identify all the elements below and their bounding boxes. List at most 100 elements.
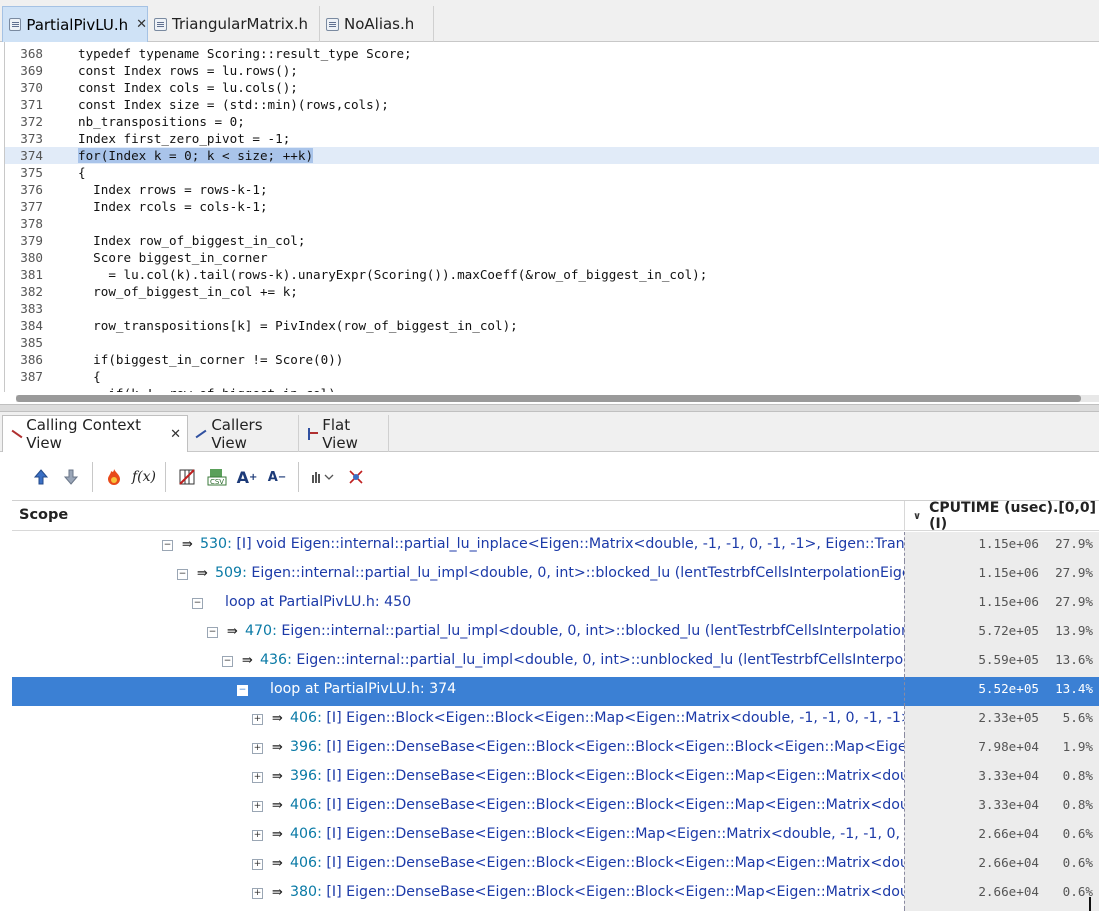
pane-splitter[interactable] (0, 404, 1099, 412)
code-line[interactable]: 380 Score biggest_in_corner (5, 249, 1099, 266)
table-row[interactable]: − loop at PartialPivLU.h: 450 1.15e+06 27.9… (12, 590, 1099, 619)
table-row[interactable]: − ⇛ 509: Eigen::internal::partial_lu_impl<… (12, 561, 1099, 590)
table-row[interactable]: − ⇛ 436: Eigen::internal::partial_lu_impl<… (12, 648, 1099, 677)
code-line[interactable]: 379 Index row_of_biggest_in_col; (5, 232, 1099, 249)
code-line[interactable]: 384 row_transpositions[k] = PivIndex(row… (5, 317, 1099, 334)
procedure-label[interactable]: 436: Eigen::internal::partial_lu_impl<do… (260, 652, 904, 668)
editor-tab-noalias[interactable]: NoAlias.h (320, 6, 434, 42)
callsite-icon[interactable]: ⇛ (272, 770, 286, 784)
table-row[interactable]: + ⇛ 406: [I] Eigen::DenseBase<Eigen::Block… (12, 822, 1099, 851)
callsite-icon[interactable]: ⇛ (197, 567, 211, 581)
collapse-icon[interactable]: − (222, 656, 233, 667)
call-line-number[interactable]: 406: (290, 855, 322, 871)
zoom-in-icon[interactable] (26, 462, 56, 492)
procedure-label[interactable]: 380: [I] Eigen::DenseBase<Eigen::Block<E… (290, 884, 904, 900)
code-line[interactable]: 371 const Index size = (std::min)(rows,co… (5, 96, 1099, 113)
tab-flat-view[interactable]: Flat View (299, 415, 389, 452)
code-line[interactable]: 369 const Index rows = lu.rows(); (5, 62, 1099, 79)
callsite-icon[interactable]: ⇛ (182, 538, 196, 552)
code-line[interactable]: 387 { (5, 368, 1099, 385)
expand-icon[interactable]: + (252, 830, 263, 841)
call-line-number[interactable]: 530: (200, 536, 232, 552)
table-row[interactable]: − ⇛ 470: Eigen::internal::partial_lu_impl<… (12, 619, 1099, 648)
procedure-label[interactable]: 396: [I] Eigen::DenseBase<Eigen::Block<E… (290, 739, 904, 755)
derived-metric-icon[interactable]: f(x) (129, 462, 159, 492)
code-line[interactable]: 385 (5, 334, 1099, 351)
zoom-out-icon[interactable] (56, 462, 86, 492)
table-row[interactable]: + ⇛ 380: [I] Eigen::DenseBase<Eigen::Block… (12, 880, 1099, 909)
calling-context-tree[interactable]: Scope ∨ CPUTIME (usec).[0,0] (I) − ⇛ 530: … (12, 500, 1099, 911)
expand-icon[interactable]: + (252, 714, 263, 725)
callsite-icon[interactable]: ⇛ (272, 828, 286, 842)
code-line[interactable]: 383 (5, 300, 1099, 317)
expand-icon[interactable]: + (252, 888, 263, 899)
procedure-label[interactable]: 406: [I] Eigen::DenseBase<Eigen::Block<E… (290, 855, 904, 871)
font-increase-icon[interactable]: A + (232, 462, 262, 492)
procedure-label[interactable]: 530: [I] void Eigen::internal::partial_l… (200, 536, 904, 552)
call-line-number[interactable]: 406: (290, 710, 322, 726)
call-line-number[interactable]: 380: (290, 884, 322, 900)
collapse-icon[interactable]: − (207, 627, 218, 638)
procedure-label[interactable]: 470: Eigen::internal::partial_lu_impl<do… (245, 623, 904, 639)
code-line[interactable]: if(k != row_of_biggest_in_col) (5, 385, 1099, 392)
filter-icon[interactable] (341, 462, 371, 492)
expand-icon[interactable]: + (252, 859, 263, 870)
close-icon[interactable]: ✕ (136, 17, 147, 32)
callsite-icon[interactable]: ⇛ (242, 654, 256, 668)
code-line[interactable]: 374 for(Index k = 0; k < size; ++k) (5, 147, 1099, 164)
callsite-icon[interactable]: ⇛ (272, 857, 286, 871)
expand-icon[interactable]: + (252, 743, 263, 754)
table-row[interactable]: + ⇛ 396: [I] Eigen::DenseBase<Eigen::Block… (12, 735, 1099, 764)
expand-icon[interactable]: + (252, 772, 263, 783)
loop-label[interactable]: loop at PartialPivLU.h: 374 (270, 681, 456, 697)
code-line[interactable]: 370 const Index cols = lu.cols(); (5, 79, 1099, 96)
code-line[interactable]: 373 Index first_zero_pivot = -1; (5, 130, 1099, 147)
call-line-number[interactable]: 406: (290, 797, 322, 813)
procedure-label[interactable]: 406: [I] Eigen::Block<Eigen::Block<Eigen… (290, 710, 904, 726)
collapse-icon[interactable]: − (237, 685, 248, 696)
table-row[interactable]: − ⇛ 530: [I] void Eigen::internal::partial… (12, 532, 1099, 561)
graph-menu-icon[interactable] (305, 462, 341, 492)
editor-tab-partialpivlu[interactable]: PartialPivLU.h ✕ (2, 6, 148, 42)
table-row[interactable]: + ⇛ 406: [I] Eigen::Block<Eigen::Block<Eig… (12, 706, 1099, 735)
expand-icon[interactable]: + (252, 801, 263, 812)
tab-callers-view[interactable]: Callers View (188, 415, 299, 452)
table-row[interactable]: + ⇛ 406: [I] Eigen::DenseBase<Eigen::Block… (12, 793, 1099, 822)
call-line-number[interactable]: 470: (245, 623, 277, 639)
callsite-icon[interactable]: ⇛ (272, 886, 286, 900)
callsite-icon[interactable]: ⇛ (272, 799, 286, 813)
procedure-label[interactable]: 396: [I] Eigen::DenseBase<Eigen::Block<E… (290, 768, 904, 784)
export-csv-icon[interactable]: CSV (202, 462, 232, 492)
code-line[interactable]: 376 Index rrows = rows-k-1; (5, 181, 1099, 198)
code-line[interactable]: 382 row_of_biggest_in_col += k; (5, 283, 1099, 300)
callsite-icon[interactable]: ⇛ (272, 741, 286, 755)
code-line[interactable]: 368 typedef typename Scoring::result_type… (5, 45, 1099, 62)
call-line-number[interactable]: 396: (290, 768, 322, 784)
table-row[interactable]: + ⇛ 396: [I] Eigen::DenseBase<Eigen::Block… (12, 764, 1099, 793)
hot-path-icon[interactable] (99, 462, 129, 492)
loop-label[interactable]: loop at PartialPivLU.h: 450 (225, 594, 411, 610)
code-line[interactable]: 386 if(biggest_in_corner != Score(0)) (5, 351, 1099, 368)
table-row[interactable]: − loop at PartialPivLU.h: 374 5.52e+05 13.4… (12, 677, 1099, 706)
collapse-icon[interactable]: − (162, 540, 173, 551)
code-line[interactable]: 377 Index rcols = cols-k-1; (5, 198, 1099, 215)
procedure-label[interactable]: 406: [I] Eigen::DenseBase<Eigen::Block<E… (290, 826, 904, 842)
call-line-number[interactable]: 406: (290, 826, 322, 842)
scrollbar-thumb[interactable] (16, 395, 1081, 402)
code-line[interactable]: 381 = lu.col(k).tail(rows-k).unaryExpr(S… (5, 266, 1099, 283)
call-line-number[interactable]: 436: (260, 652, 292, 668)
collapse-icon[interactable]: − (177, 569, 188, 580)
callsite-icon[interactable]: ⇛ (227, 625, 241, 639)
hide-columns-icon[interactable] (172, 462, 202, 492)
cputime-column-header[interactable]: ∨ CPUTIME (usec).[0,0] (I) (904, 501, 1099, 532)
code-line[interactable]: 372 nb_transpositions = 0; (5, 113, 1099, 130)
procedure-label[interactable]: 406: [I] Eigen::DenseBase<Eigen::Block<E… (290, 797, 904, 813)
source-editor[interactable]: 368 typedef typename Scoring::result_type… (4, 42, 1099, 392)
editor-tab-triangularmatrix[interactable]: TriangularMatrix.h (148, 6, 320, 42)
code-line[interactable]: 375 { (5, 164, 1099, 181)
collapse-icon[interactable]: − (192, 598, 203, 609)
close-icon[interactable]: ✕ (170, 427, 181, 442)
call-line-number[interactable]: 509: (215, 565, 247, 581)
callsite-icon[interactable]: ⇛ (272, 712, 286, 726)
tab-calling-context-view[interactable]: Calling Context View ✕ (2, 415, 188, 452)
